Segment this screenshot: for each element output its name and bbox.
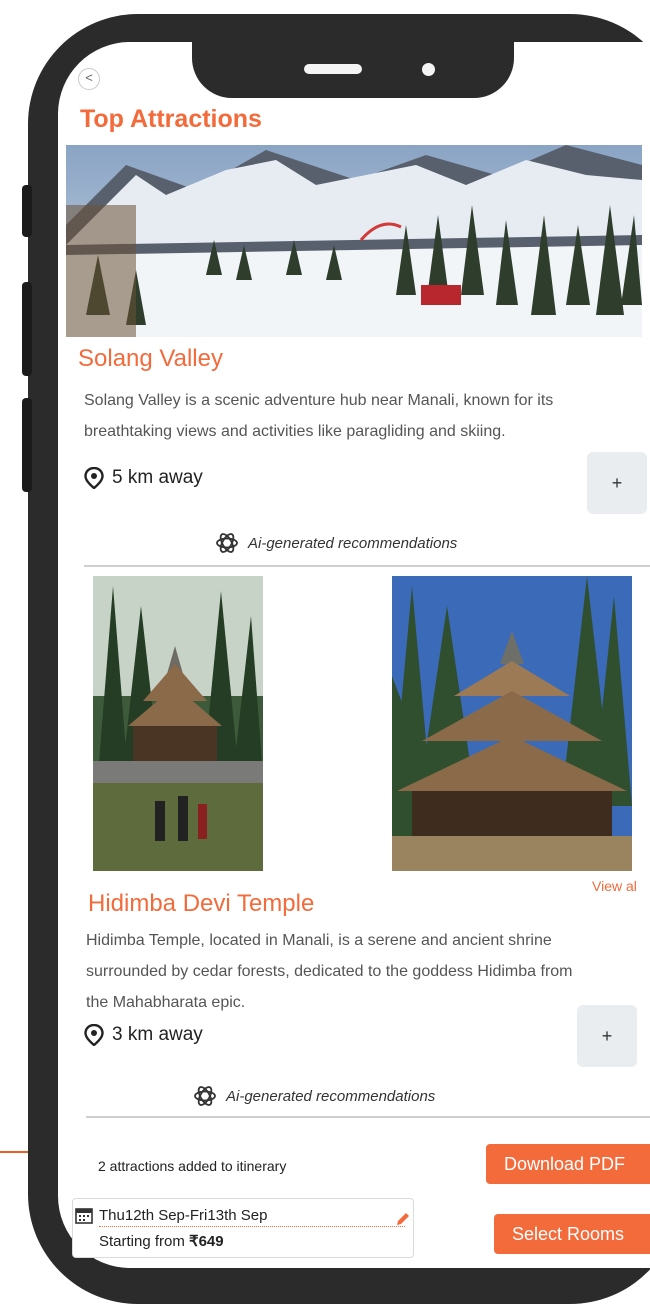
- add-attraction-button[interactable]: +: [577, 1005, 637, 1067]
- ai-note-text: Ai-generated recommendations: [248, 534, 458, 552]
- back-button[interactable]: <: [78, 68, 100, 90]
- add-attraction-button[interactable]: +: [587, 452, 647, 514]
- location-pin-icon: [84, 1024, 104, 1046]
- distance-text: 3 km away: [112, 1024, 203, 1045]
- temple-image-1[interactable]: [93, 576, 263, 871]
- speaker: [304, 64, 362, 74]
- solang-valley-image: [66, 145, 642, 337]
- pencil-icon[interactable]: [395, 1211, 411, 1227]
- description-line: breathtaking views and activities like p…: [84, 423, 506, 440]
- description-line: the Mahabharata epic.: [86, 994, 246, 1011]
- volume-down-button: [22, 398, 32, 492]
- location-pin-icon: [84, 467, 104, 489]
- divider: [86, 1116, 650, 1118]
- price-row: Starting from ₹649: [99, 1232, 224, 1250]
- calendar-icon: [75, 1208, 93, 1224]
- description-line: Hidimba Temple, located in Manali, is a …: [86, 932, 552, 949]
- temple-image-2[interactable]: [392, 576, 632, 871]
- ai-recommendation-note: Ai-generated recommendations: [192, 1083, 435, 1109]
- date-underline: [99, 1226, 405, 1227]
- select-rooms-button[interactable]: Select Rooms: [494, 1214, 650, 1254]
- price-prefix: Starting from: [99, 1233, 190, 1250]
- ai-recommendation-note: Ai-generated recommendations: [214, 530, 457, 556]
- download-pdf-button[interactable]: Download PDF: [486, 1144, 650, 1184]
- distance-row: 3 km away: [84, 1024, 203, 1046]
- description-line: surrounded by cedar forests, dedicated t…: [86, 963, 573, 980]
- price-value: ₹649: [189, 1233, 224, 1250]
- divider: [84, 565, 650, 567]
- attraction-description: Hidimba Temple, located in Manali, is a …: [86, 925, 573, 1018]
- description-line: Solang Valley is a scenic adventure hub …: [84, 392, 554, 409]
- view-all-link[interactable]: View al: [592, 878, 637, 894]
- distance-text: 5 km away: [112, 467, 203, 488]
- attraction-name[interactable]: Solang Valley: [78, 345, 223, 373]
- attraction-name[interactable]: Hidimba Devi Temple: [88, 890, 314, 918]
- distance-row: 5 km away: [84, 467, 203, 489]
- openai-logo-icon: [194, 1086, 216, 1106]
- ai-note-text: Ai-generated recommendations: [226, 1087, 436, 1105]
- date-range: Thu12th Sep-Fri13th Sep: [99, 1207, 268, 1224]
- silent-switch: [22, 185, 32, 237]
- attraction-description: Solang Valley is a scenic adventure hub …: [84, 385, 553, 447]
- volume-up-button: [22, 282, 32, 376]
- openai-logo-icon: [216, 533, 238, 553]
- page-title: Top Attractions: [80, 105, 262, 133]
- notch: [192, 14, 514, 98]
- front-camera: [422, 63, 435, 76]
- date-selector[interactable]: Thu12th Sep-Fri13th Sep Starting from ₹6…: [72, 1198, 414, 1258]
- itinerary-count: 2 attractions added to itinerary: [98, 1158, 287, 1174]
